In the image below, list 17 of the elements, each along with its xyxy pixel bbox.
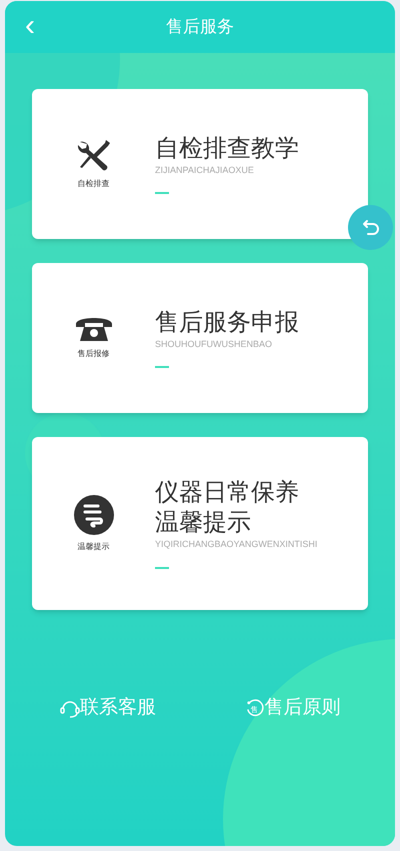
card-subtitle: SHOUHOUFUWUSHENBAO bbox=[155, 338, 274, 351]
card-title: 售后服务申报 bbox=[155, 308, 300, 338]
telephone-icon bbox=[74, 316, 114, 342]
icon-caption: 售后报修 bbox=[78, 348, 110, 360]
icon-caption: 自检排查 bbox=[78, 178, 110, 190]
card-subtitle: ZIJIANPAICHAJIAOXUE bbox=[155, 164, 255, 177]
card-title: 自检排查教学 bbox=[155, 134, 300, 164]
undo-icon bbox=[360, 218, 380, 238]
icon-caption: 温馨提示 bbox=[78, 540, 110, 552]
card-subtitle: YIQIRICHANGBAOYANGWENXINTISHI bbox=[155, 538, 318, 552]
service-card[interactable]: 售后报修 售后服务申报 SHOUHOUFUWUSHENBAO bbox=[32, 263, 368, 413]
service-card[interactable]: 自检排查 自检排查教学 ZIJIANPAICHAJIAOXUE bbox=[32, 89, 368, 239]
service-card[interactable]: 温馨提示 仪器日常保养温馨提示 YIQIRICHANGBAOYANGWENXINTISHI bbox=[32, 437, 368, 610]
card-title: 仪器日常保养温馨提示 bbox=[155, 478, 300, 538]
undo-button[interactable] bbox=[348, 205, 393, 250]
page-title: 售后服务 bbox=[166, 16, 234, 38]
tools-icon bbox=[76, 138, 112, 172]
